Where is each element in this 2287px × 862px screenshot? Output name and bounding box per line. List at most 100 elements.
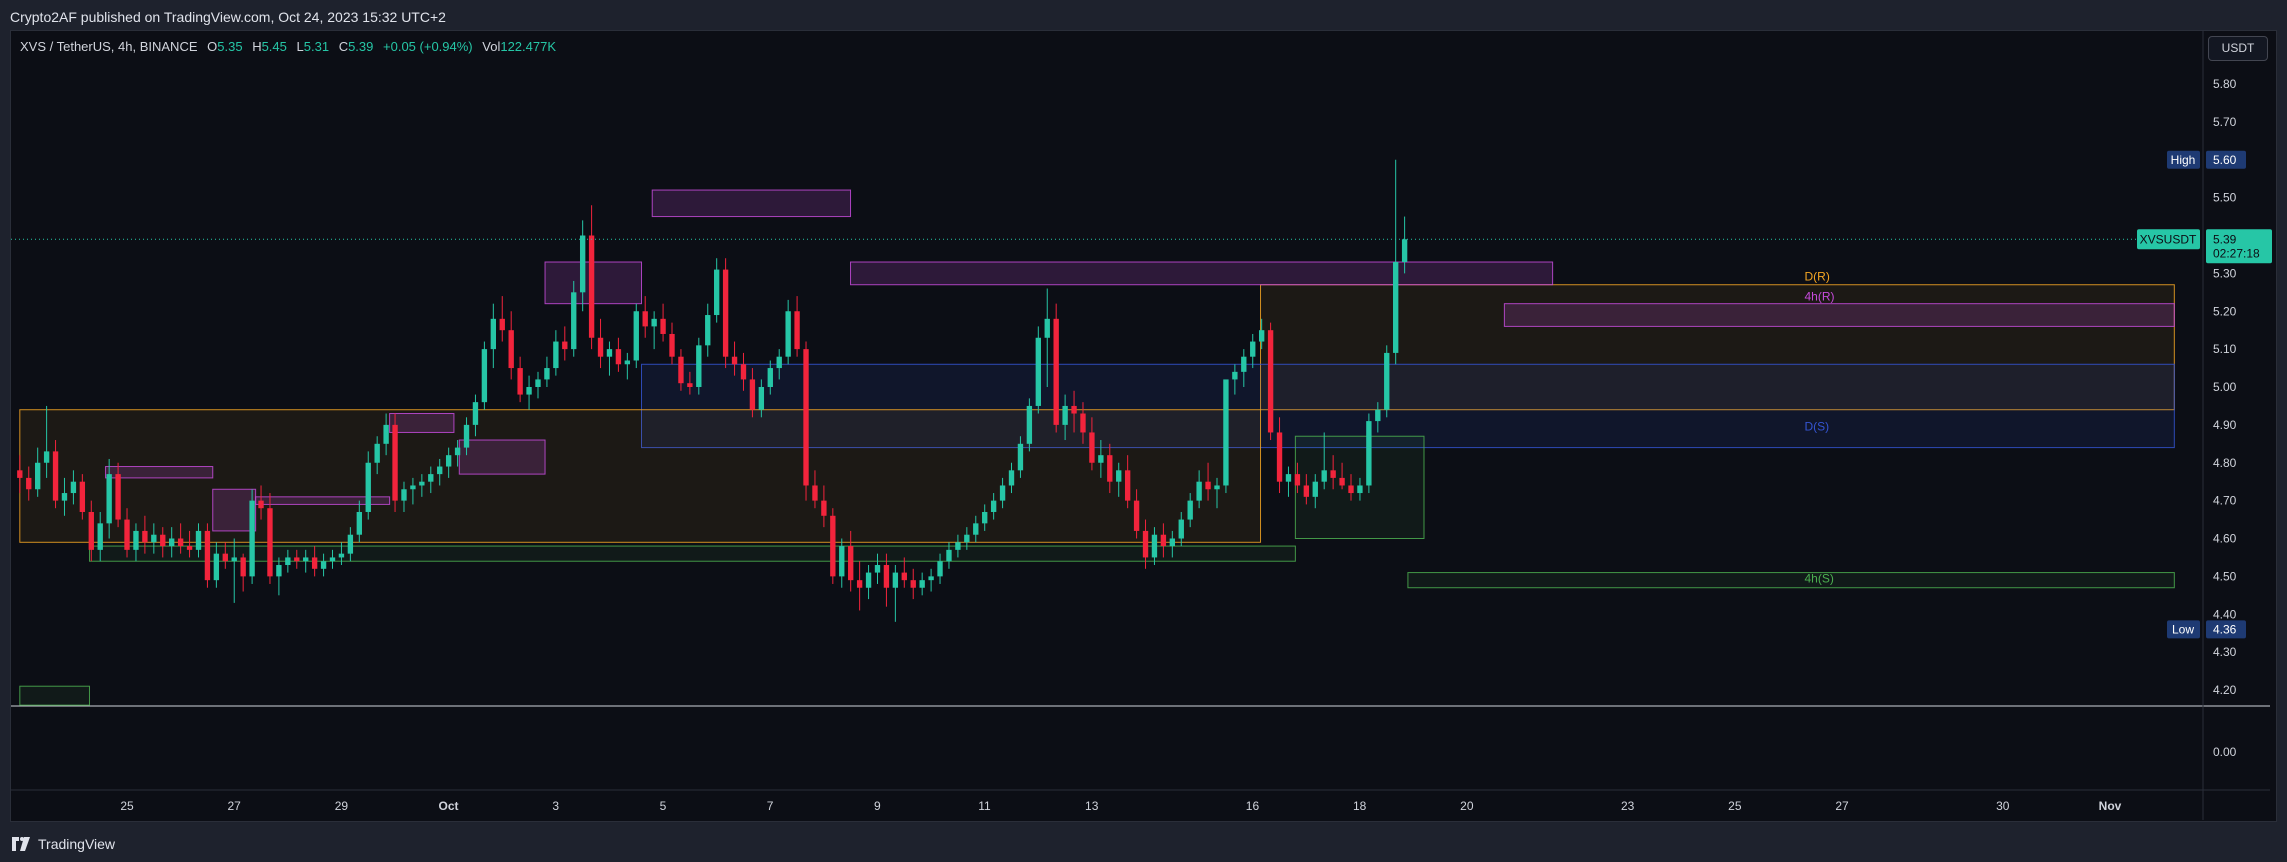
candle-body[interactable] bbox=[1187, 500, 1193, 520]
candle-body[interactable] bbox=[97, 523, 103, 550]
candle-body[interactable] bbox=[990, 500, 997, 512]
candle-body[interactable] bbox=[1035, 337, 1041, 406]
candle-body[interactable] bbox=[1178, 519, 1184, 539]
candle-body[interactable] bbox=[1107, 455, 1113, 482]
candle-body[interactable] bbox=[946, 549, 952, 562]
candle-body[interactable] bbox=[758, 387, 765, 410]
candle-body[interactable] bbox=[553, 341, 559, 369]
candle-body[interactable] bbox=[803, 349, 809, 486]
candle-body[interactable] bbox=[1303, 485, 1310, 497]
candle-body[interactable] bbox=[240, 557, 246, 577]
candle-body[interactable] bbox=[571, 292, 577, 350]
candle-body[interactable] bbox=[830, 515, 836, 577]
candle-body[interactable] bbox=[356, 511, 362, 535]
candle-body[interactable] bbox=[749, 379, 756, 410]
candle-body[interactable] bbox=[1151, 534, 1158, 558]
candle-body[interactable] bbox=[1375, 409, 1381, 422]
candle-body[interactable] bbox=[1044, 318, 1050, 338]
candle-body[interactable] bbox=[865, 572, 872, 588]
candle-body[interactable] bbox=[419, 481, 425, 486]
candle-body[interactable] bbox=[1017, 443, 1024, 471]
candle-body[interactable] bbox=[26, 477, 32, 490]
candle-body[interactable] bbox=[106, 474, 112, 524]
candle-body[interactable] bbox=[1071, 405, 1077, 414]
candle-body[interactable] bbox=[1160, 534, 1167, 547]
candle-body[interactable] bbox=[544, 368, 550, 380]
candle-body[interactable] bbox=[454, 447, 461, 456]
candle-body[interactable] bbox=[597, 337, 604, 357]
candle-body[interactable] bbox=[79, 481, 86, 512]
candle-body[interactable] bbox=[1250, 341, 1256, 357]
candle-body[interactable] bbox=[445, 455, 452, 467]
candle-body[interactable] bbox=[383, 424, 389, 444]
candle-body[interactable] bbox=[669, 333, 675, 357]
candle-body[interactable] bbox=[1080, 413, 1086, 433]
candle-body[interactable] bbox=[267, 508, 273, 577]
candle-body[interactable] bbox=[1258, 330, 1265, 342]
candle-body[interactable] bbox=[562, 341, 568, 350]
candle-body[interactable] bbox=[43, 451, 50, 463]
candle-body[interactable] bbox=[606, 349, 613, 357]
candle-body[interactable] bbox=[910, 580, 916, 588]
candle-body[interactable] bbox=[731, 356, 738, 365]
candle-body[interactable] bbox=[1330, 470, 1336, 478]
indicator-pane[interactable] bbox=[11, 707, 2203, 790]
legend-symbol[interactable]: XVS / TetherUS, 4h, BINANCE bbox=[20, 39, 198, 54]
candle-body[interactable] bbox=[1393, 262, 1399, 353]
candle-body[interactable] bbox=[1205, 481, 1211, 490]
candle-body[interactable] bbox=[428, 474, 434, 482]
candle-body[interactable] bbox=[1116, 470, 1122, 482]
candle-body[interactable] bbox=[1267, 330, 1274, 433]
candle-body[interactable] bbox=[1366, 421, 1372, 486]
candle-body[interactable] bbox=[705, 315, 711, 346]
candle-body[interactable] bbox=[678, 356, 684, 384]
candle-body[interactable] bbox=[508, 330, 514, 369]
candle-body[interactable] bbox=[311, 557, 318, 569]
candle-body[interactable] bbox=[696, 345, 702, 387]
candle-body[interactable] bbox=[615, 349, 622, 365]
candle-body[interactable] bbox=[392, 424, 398, 501]
candle-body[interactable] bbox=[1312, 481, 1318, 497]
candle-body[interactable] bbox=[740, 364, 747, 380]
candle-body[interactable] bbox=[195, 530, 202, 550]
candle-body[interactable] bbox=[52, 451, 59, 501]
candle-body[interactable] bbox=[839, 546, 845, 577]
candle-body[interactable] bbox=[776, 356, 782, 369]
candle-body[interactable] bbox=[848, 546, 854, 581]
candle-body[interactable] bbox=[767, 368, 773, 387]
candle-body[interactable] bbox=[535, 379, 541, 387]
candle-body[interactable] bbox=[17, 470, 23, 478]
candle-body[interactable] bbox=[249, 500, 255, 577]
candle-body[interactable] bbox=[1124, 470, 1131, 501]
candle-body[interactable] bbox=[374, 443, 380, 463]
candle-body[interactable] bbox=[883, 565, 890, 588]
candle-body[interactable] bbox=[481, 349, 488, 403]
candle-body[interactable] bbox=[526, 387, 532, 395]
candle-body[interactable] bbox=[812, 485, 818, 501]
candle-body[interactable] bbox=[88, 511, 94, 550]
candle-body[interactable] bbox=[1089, 432, 1095, 463]
candle-body[interactable] bbox=[642, 311, 648, 327]
candle-body[interactable] bbox=[660, 318, 666, 334]
candle-body[interactable] bbox=[1321, 470, 1327, 482]
candle-body[interactable] bbox=[276, 565, 282, 577]
candle-body[interactable] bbox=[687, 383, 693, 387]
candle-body[interactable] bbox=[1348, 485, 1354, 494]
candle-body[interactable] bbox=[231, 557, 237, 562]
candle-body[interactable] bbox=[472, 402, 479, 425]
candle-body[interactable] bbox=[1133, 500, 1140, 531]
candle-body[interactable] bbox=[437, 466, 443, 475]
candle-body[interactable] bbox=[1294, 474, 1301, 486]
candle-body[interactable] bbox=[186, 546, 193, 550]
candle-body[interactable] bbox=[1384, 352, 1390, 410]
candle-body[interactable] bbox=[124, 519, 130, 550]
candlestick-chart[interactable]: D(R) 4h(R) D(S) 4h(S) 5.80 5.70 5.50 5.30 5.20 5.… bbox=[0, 0, 2287, 862]
candle-body[interactable] bbox=[160, 534, 166, 547]
candle-body[interactable] bbox=[347, 534, 354, 554]
candle-body[interactable] bbox=[169, 538, 175, 547]
candle-body[interactable] bbox=[213, 553, 220, 581]
candle-body[interactable] bbox=[490, 318, 497, 350]
candle-body[interactable] bbox=[624, 360, 631, 365]
candle-body[interactable] bbox=[955, 542, 961, 550]
candle-body[interactable] bbox=[651, 318, 657, 327]
